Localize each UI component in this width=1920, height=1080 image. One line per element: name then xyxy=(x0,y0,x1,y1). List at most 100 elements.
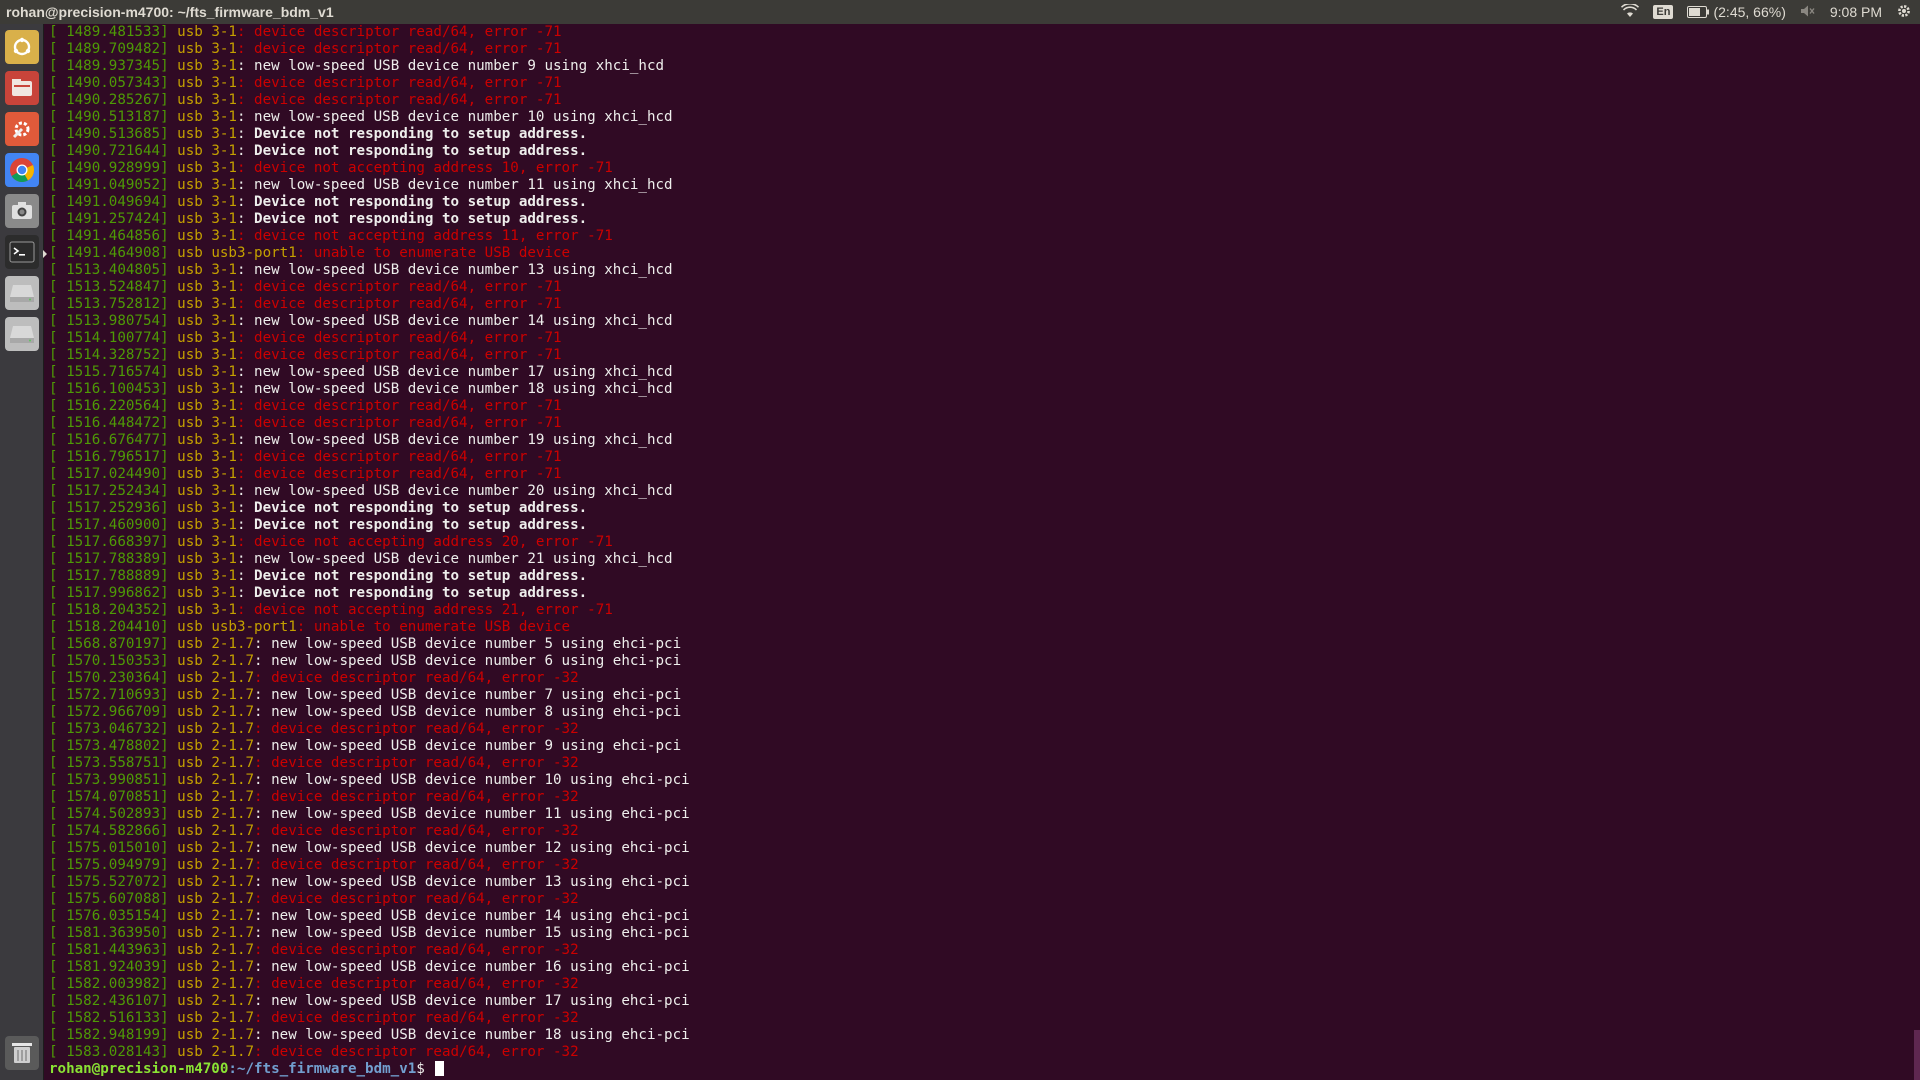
log-device: usb 2-1.7 xyxy=(177,704,255,720)
log-device: usb 3-1 xyxy=(177,194,237,210)
log-line: [ 1572.710693] usb 2-1.7: new low-speed … xyxy=(49,687,682,703)
log-timestamp: 1513.524847 xyxy=(66,279,161,295)
log-message: device descriptor read/64, error -32 xyxy=(271,1010,579,1026)
log-message: Device not responding to setup address. xyxy=(254,211,588,227)
log-device: usb 2-1.7 xyxy=(177,942,255,958)
log-line: [ 1573.478802] usb 2-1.7: new low-speed … xyxy=(49,738,682,754)
drive-icon[interactable] xyxy=(5,276,39,310)
log-line: [ 1513.752812] usb 3-1: device descripto… xyxy=(49,296,562,312)
log-timestamp: 1581.443963 xyxy=(66,942,161,958)
log-timestamp: 1513.404805 xyxy=(66,262,161,278)
gear-icon[interactable] xyxy=(1896,3,1912,22)
log-line: [ 1517.996862] usb 3-1: Device not respo… xyxy=(49,585,588,601)
top-panel: rohan@precision-m4700: ~/fts_firmware_bd… xyxy=(0,0,1920,24)
log-timestamp: 1490.513187 xyxy=(66,109,161,125)
log-message: new low-speed USB device number 19 using… xyxy=(254,432,673,448)
log-timestamp: 1574.582866 xyxy=(66,823,161,839)
battery-text: (2:45, 66%) xyxy=(1713,4,1786,20)
clock[interactable]: 9:08 PM xyxy=(1830,4,1882,20)
log-message: device not accepting address 10, error -… xyxy=(254,160,613,176)
log-message: new low-speed USB device number 7 using … xyxy=(271,687,682,703)
log-line: [ 1582.948199] usb 2-1.7: new low-speed … xyxy=(49,1027,690,1043)
drive2-icon[interactable] xyxy=(5,317,39,351)
log-timestamp: 1490.285267 xyxy=(66,92,161,108)
chrome-icon[interactable] xyxy=(5,153,39,187)
log-timestamp: 1489.709482 xyxy=(66,41,161,57)
prompt-path: :~/fts_firmware_bdm_v1 xyxy=(228,1061,417,1077)
log-message: new low-speed USB device number 6 using … xyxy=(271,653,682,669)
log-timestamp: 1572.710693 xyxy=(66,687,161,703)
log-line: [ 1575.015010] usb 2-1.7: new low-speed … xyxy=(49,840,690,856)
log-message: new low-speed USB device number 21 using… xyxy=(254,551,673,567)
log-device: usb 3-1 xyxy=(177,262,237,278)
log-device: usb 2-1.7 xyxy=(177,721,255,737)
log-timestamp: 1582.436107 xyxy=(66,993,161,1009)
log-device: usb 2-1.7 xyxy=(177,993,255,1009)
log-device: usb 2-1.7 xyxy=(177,653,255,669)
trash-icon[interactable] xyxy=(5,1036,39,1070)
files-icon[interactable] xyxy=(5,71,39,105)
log-line: [ 1574.070851] usb 2-1.7: device descrip… xyxy=(49,789,579,805)
log-message: unable to enumerate USB device xyxy=(313,619,571,635)
log-line: [ 1574.582866] usb 2-1.7: device descrip… xyxy=(49,823,579,839)
log-message: new low-speed USB device number 15 using… xyxy=(271,925,690,941)
log-device: usb 3-1 xyxy=(177,279,237,295)
log-timestamp: 1575.094979 xyxy=(66,857,161,873)
log-device: usb 2-1.7 xyxy=(177,823,255,839)
log-device: usb 3-1 xyxy=(177,41,237,57)
log-message: Device not responding to setup address. xyxy=(254,517,588,533)
log-message: device descriptor read/64, error -71 xyxy=(254,75,562,91)
log-timestamp: 1570.150353 xyxy=(66,653,161,669)
camera-icon[interactable] xyxy=(5,194,39,228)
log-line: [ 1581.363950] usb 2-1.7: new low-speed … xyxy=(49,925,690,941)
log-line: [ 1491.257424] usb 3-1: Device not respo… xyxy=(49,211,588,227)
log-device: usb 3-1 xyxy=(177,92,237,108)
terminal-output[interactable]: [ 1489.481533] usb 3-1: device descripto… xyxy=(49,24,1915,1080)
log-line: [ 1517.788889] usb 3-1: Device not respo… xyxy=(49,568,588,584)
log-line: [ 1489.481533] usb 3-1: device descripto… xyxy=(49,24,562,40)
terminal-icon[interactable] xyxy=(5,235,39,269)
log-message: Device not responding to setup address. xyxy=(254,500,588,516)
log-device: usb 2-1.7 xyxy=(177,772,255,788)
log-message: device descriptor read/64, error -71 xyxy=(254,466,562,482)
log-message: Device not responding to setup address. xyxy=(254,126,588,142)
keyboard-layout-indicator[interactable]: En xyxy=(1653,5,1674,19)
log-timestamp: 1491.257424 xyxy=(66,211,161,227)
log-message: device descriptor read/64, error -71 xyxy=(254,330,562,346)
log-device: usb 2-1.7 xyxy=(177,891,255,907)
log-line: [ 1490.513187] usb 3-1: new low-speed US… xyxy=(49,109,673,125)
log-timestamp: 1491.464856 xyxy=(66,228,161,244)
log-line: [ 1490.928999] usb 3-1: device not accep… xyxy=(49,160,613,176)
log-message: new low-speed USB device number 8 using … xyxy=(271,704,682,720)
log-message: device descriptor read/64, error -32 xyxy=(271,670,579,686)
log-device: usb 3-1 xyxy=(177,466,237,482)
log-timestamp: 1582.516133 xyxy=(66,1010,161,1026)
shell-prompt[interactable]: rohan@precision-m4700:~/fts_firmware_bdm… xyxy=(49,1061,1915,1078)
log-message: Device not responding to setup address. xyxy=(254,585,588,601)
log-message: new low-speed USB device number 9 using … xyxy=(271,738,682,754)
log-line: [ 1491.464856] usb 3-1: device not accep… xyxy=(49,228,613,244)
dash-home-icon[interactable] xyxy=(5,30,39,64)
log-device: usb 3-1 xyxy=(177,432,237,448)
volume-muted-icon[interactable] xyxy=(1800,4,1816,21)
log-line: [ 1491.049694] usb 3-1: Device not respo… xyxy=(49,194,588,210)
terminal-scrollbar[interactable] xyxy=(1914,1030,1920,1080)
settings-tool-icon[interactable] xyxy=(5,112,39,146)
indicator-area: En (2:45, 66%) 9:08 PM xyxy=(1621,2,1912,22)
log-device: usb usb3-port1 xyxy=(177,245,297,261)
log-message: device descriptor read/64, error -32 xyxy=(271,1044,579,1060)
log-line: [ 1575.094979] usb 2-1.7: device descrip… xyxy=(49,857,579,873)
log-timestamp: 1581.363950 xyxy=(66,925,161,941)
log-line: [ 1575.527072] usb 2-1.7: new low-speed … xyxy=(49,874,690,890)
battery-indicator[interactable]: (2:45, 66%) xyxy=(1687,4,1786,20)
log-device: usb 2-1.7 xyxy=(177,687,255,703)
log-timestamp: 1570.230364 xyxy=(66,670,161,686)
log-timestamp: 1573.990851 xyxy=(66,772,161,788)
log-message: Device not responding to setup address. xyxy=(254,143,588,159)
log-message: device descriptor read/64, error -32 xyxy=(271,942,579,958)
log-line: [ 1490.285267] usb 3-1: device descripto… xyxy=(49,92,562,108)
wifi-icon[interactable] xyxy=(1621,2,1640,21)
prompt-symbol: $ xyxy=(416,1061,434,1077)
log-message: Device not responding to setup address. xyxy=(254,194,588,210)
log-line: [ 1518.204410] usb usb3-port1: unable to… xyxy=(49,619,571,635)
